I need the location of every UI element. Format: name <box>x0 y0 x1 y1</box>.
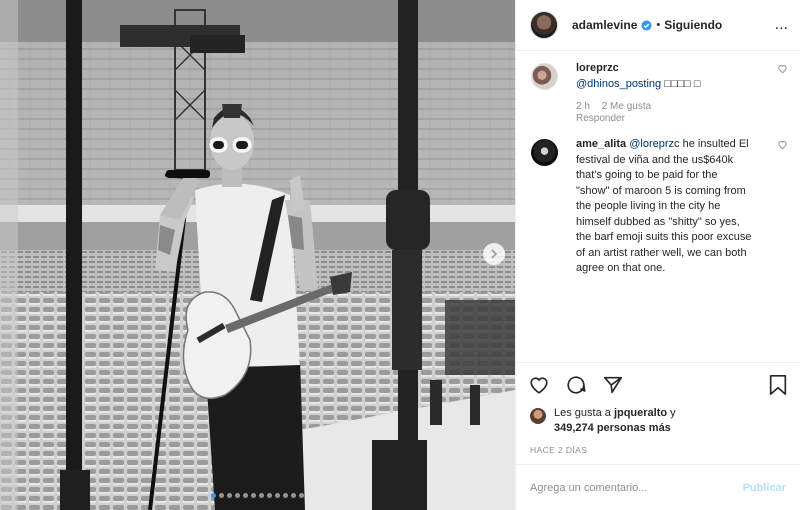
comment-like-icon[interactable] <box>777 63 788 77</box>
chevron-right-icon <box>491 249 498 259</box>
comment-username[interactable]: loreprzc <box>576 62 619 74</box>
comment-item: ame_alita @loreprzc he insulted El festi… <box>531 137 788 277</box>
carousel-dot <box>243 493 248 498</box>
carousel-dot <box>283 493 288 498</box>
comment-like-icon[interactable] <box>777 139 788 153</box>
comment-bubble-icon[interactable] <box>565 374 587 396</box>
comment-like-count[interactable]: 2 Me gusta <box>602 101 651 112</box>
commenter-avatar[interactable] <box>531 63 558 90</box>
instagram-post: adamlevine • Siguiendo ... loreprzc @dhi… <box>0 0 800 510</box>
carousel-dot <box>251 493 256 498</box>
publish-button[interactable]: Publicar <box>743 482 786 494</box>
carousel-dot <box>235 493 240 498</box>
post-sidebar: adamlevine • Siguiendo ... loreprzc @dhi… <box>515 0 800 510</box>
post-timestamp[interactable]: HACE 2 DÍAS <box>516 442 800 464</box>
post-actions-bar <box>516 362 800 406</box>
comment-meta: 2 h 2 Me gusta Responder <box>576 101 754 125</box>
carousel-dot <box>259 493 264 498</box>
carousel-dot <box>291 493 296 498</box>
likes-prefix: Les gusta a <box>554 407 611 419</box>
likes-summary: Les gusta a jpqueralto y 349,274 persona… <box>516 406 800 442</box>
comment-username[interactable]: ame_alita <box>576 138 626 150</box>
carousel-dot <box>219 493 224 498</box>
carousel-dot <box>211 493 216 498</box>
comment-time[interactable]: 2 h <box>576 101 590 112</box>
carousel-dot <box>275 493 280 498</box>
comment-text: □□□□ □ <box>664 77 701 90</box>
paper-plane-icon[interactable] <box>602 374 624 396</box>
carousel-dot <box>299 493 304 498</box>
post-photo[interactable] <box>0 0 515 510</box>
verified-badge-icon <box>641 19 652 31</box>
following-button[interactable]: Siguiendo <box>664 18 722 32</box>
author-username[interactable]: adamlevine <box>572 18 637 32</box>
commenter-avatar[interactable] <box>531 139 558 166</box>
carousel-dot <box>227 493 232 498</box>
comment-mention[interactable]: @loreprzc <box>629 138 679 150</box>
concert-photo-image <box>0 0 515 510</box>
author-avatar[interactable] <box>530 11 558 39</box>
post-header: adamlevine • Siguiendo ... <box>516 0 800 51</box>
heart-icon[interactable] <box>528 374 550 396</box>
likes-connector: y <box>670 407 676 419</box>
header-separator: • <box>656 19 661 31</box>
comment-text: he insulted El festival de viña and the … <box>576 138 752 274</box>
more-options-icon[interactable]: ... <box>775 17 788 33</box>
carousel-indicator <box>0 493 515 498</box>
liker-username[interactable]: jpqueralto <box>614 407 667 419</box>
bookmark-icon[interactable] <box>768 374 788 396</box>
comment-input[interactable] <box>530 481 743 494</box>
comment-item: loreprzc @dhinos_posting □□□□ □ 2 h 2 Me… <box>531 61 788 125</box>
carousel-dot <box>267 493 272 498</box>
comment-mention[interactable]: @dhinos_posting <box>576 78 661 90</box>
comments-list: loreprzc @dhinos_posting □□□□ □ 2 h 2 Me… <box>516 51 800 362</box>
liker-avatar[interactable] <box>530 408 546 424</box>
add-comment-bar: Publicar <box>516 464 800 510</box>
likes-count-link[interactable]: 349,274 personas más <box>554 422 671 434</box>
reply-button[interactable]: Responder <box>576 113 745 125</box>
carousel-next-button[interactable] <box>483 243 505 265</box>
